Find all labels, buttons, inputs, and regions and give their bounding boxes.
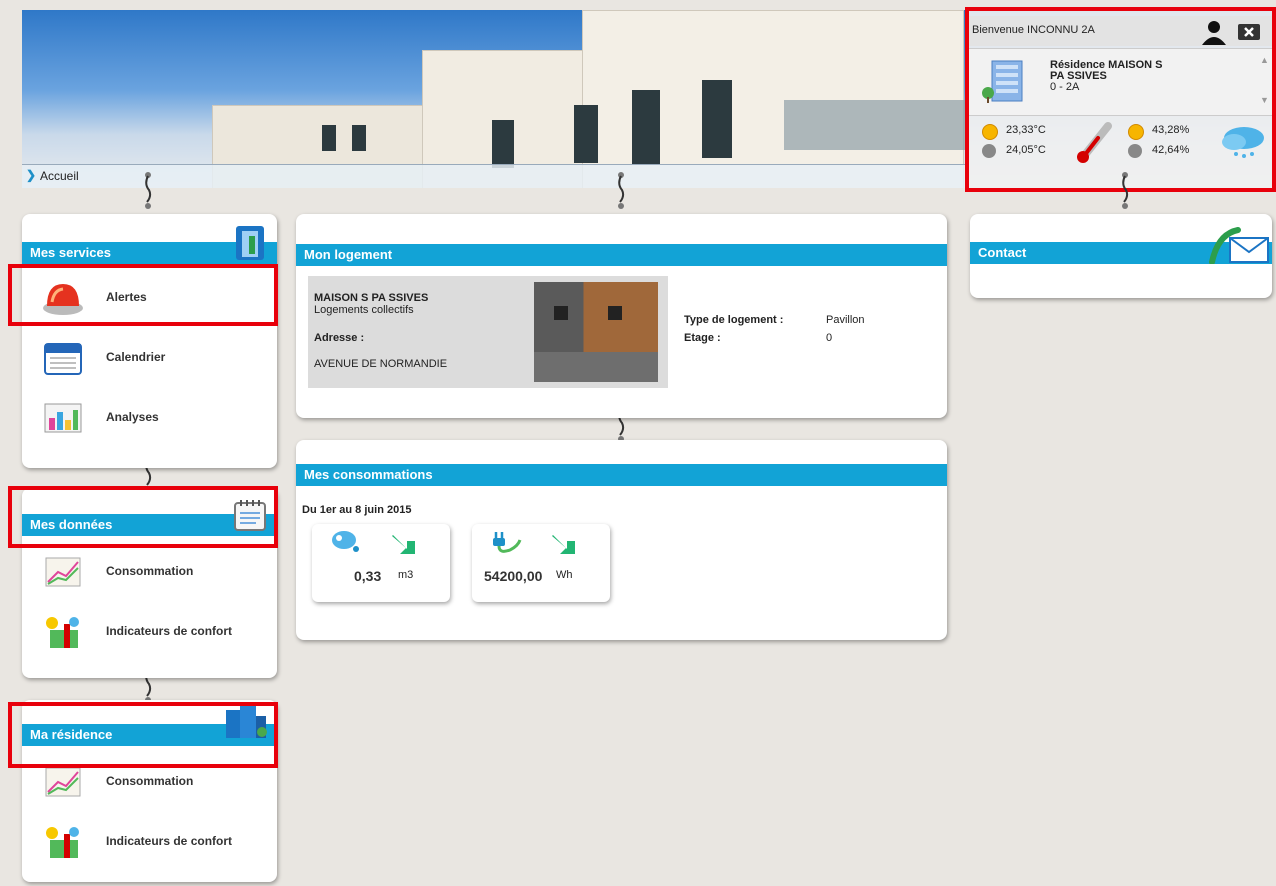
- mes-consommations-header: Mes consommations: [296, 464, 947, 486]
- window: [702, 80, 732, 158]
- menu-item-indicateurs-confort-residence[interactable]: Indicateurs de confort: [22, 816, 277, 868]
- menu-item-label: Indicateurs de confort: [106, 834, 233, 848]
- logement-type-text: Logements collectifs: [314, 304, 414, 316]
- electric-plug-icon: [493, 532, 522, 553]
- mes-services-panel: Mes services Alertes Calendrier Analyses: [22, 214, 277, 468]
- logement-name: MAISON S PA SSIVES: [314, 292, 429, 304]
- menu-item-indicateurs-confort[interactable]: Indicateurs de confort: [22, 606, 277, 658]
- water-unit: m3: [398, 569, 414, 581]
- breadcrumb: ❯ Accueil: [22, 164, 967, 188]
- comfort-indicator-icon: [46, 827, 79, 858]
- etage-value: 0: [826, 332, 833, 344]
- menu-item-label: Consommation: [106, 564, 194, 578]
- window: [352, 125, 366, 151]
- window: [632, 90, 660, 164]
- menu-item-consommation[interactable]: Consommation: [22, 546, 277, 598]
- consumption-graph-icon: [45, 557, 81, 587]
- address-value: AVENUE DE NORMANDIE: [314, 358, 448, 370]
- hanger-icon: [618, 172, 625, 209]
- window: [492, 120, 514, 168]
- highlight-mes-donnees: [8, 486, 278, 548]
- electricity-consumption-card[interactable]: 54200,00 Wh: [472, 524, 610, 602]
- mail-contact-icon[interactable]: [1208, 224, 1270, 264]
- highlight-ma-residence: [8, 702, 278, 768]
- analysis-chart-icon: [44, 403, 82, 433]
- services-door-icon: [236, 226, 264, 260]
- hanger-icon: [1122, 172, 1129, 209]
- logement-card[interactable]: MAISON S PA SSIVES Logements collectifs …: [308, 276, 668, 388]
- menu-item-label: Calendrier: [106, 350, 166, 364]
- type-logement-label: Type de logement :: [684, 314, 784, 326]
- trend-down-arrow-icon: [392, 535, 415, 554]
- calendar-icon: [44, 343, 82, 375]
- mon-logement-header: Mon logement: [296, 244, 947, 266]
- consumption-graph-icon: [45, 767, 81, 797]
- contact-panel: Contact: [970, 214, 1272, 298]
- house-photo: [534, 282, 658, 382]
- chevron-right-icon: ❯: [26, 168, 37, 182]
- mes-consommations-panel: Mes consommations Du 1er au 8 juin 2015 …: [296, 440, 947, 640]
- menu-item-calendrier[interactable]: Calendrier: [22, 332, 277, 384]
- consumption-period: Du 1er au 8 juin 2015: [302, 504, 412, 516]
- highlight-user-panel: [965, 7, 1276, 192]
- highlight-alertes: [8, 264, 278, 326]
- comfort-indicator-icon: [46, 617, 79, 648]
- menu-item-analyses[interactable]: Analyses: [22, 392, 277, 444]
- water-consumption-card[interactable]: 0,33 m3: [312, 524, 450, 602]
- menu-item-label: Consommation: [106, 774, 194, 788]
- electricity-value: 54200,00: [484, 568, 543, 584]
- window: [322, 125, 336, 151]
- breadcrumb-home-link[interactable]: Accueil: [40, 169, 79, 183]
- hanger-icon: [145, 172, 152, 209]
- balcony: [784, 100, 969, 150]
- water-icon: [332, 531, 359, 552]
- electricity-unit: Wh: [556, 569, 573, 581]
- trend-down-arrow-icon: [552, 535, 575, 554]
- menu-item-label: Analyses: [106, 410, 159, 424]
- water-value: 0,33: [354, 568, 382, 584]
- type-logement-value: Pavillon: [826, 314, 865, 326]
- mon-logement-panel: Mon logement MAISON S PA SSIVES Logement…: [296, 214, 947, 418]
- etage-label: Etage :: [684, 332, 721, 344]
- window: [574, 105, 598, 163]
- address-label: Adresse :: [314, 332, 365, 344]
- menu-item-label: Indicateurs de confort: [106, 624, 233, 638]
